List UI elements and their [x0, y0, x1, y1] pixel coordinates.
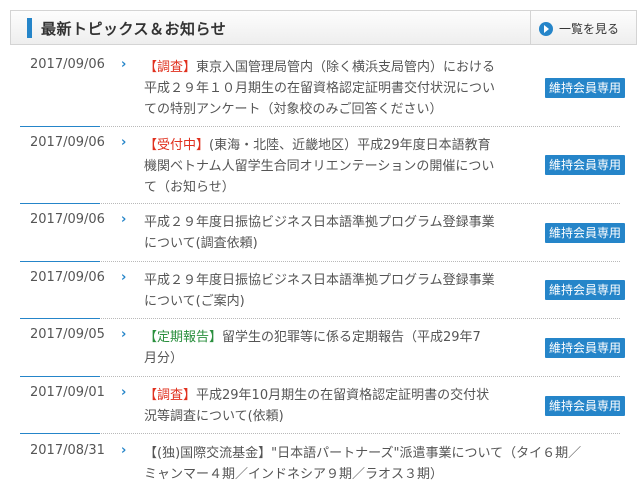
row-divider — [20, 261, 620, 262]
members-only-badge[interactable]: 維持会員専用 — [545, 223, 625, 243]
topic-link[interactable]: 平成２９年度日振協ビジネス日本語準拠プログラム登録事業 について(ご案内) — [144, 270, 534, 312]
row-divider — [20, 126, 620, 127]
topic-line-text: (東海・北陸、近畿地区）平成29年度日本語教育 — [209, 138, 491, 153]
topic-date: 2017/09/06 — [30, 212, 105, 227]
view-all-label: 一覧を見る — [559, 22, 620, 36]
topic-line-text: 平成29年10月期生の在留資格認定証明書の交付状 — [196, 388, 490, 403]
topic-line: について(調査依頼) — [144, 233, 534, 254]
topic-link[interactable]: 【受付中】(東海・北陸、近畿地区）平成29年度日本語教育機関ベトナム人留学生合同… — [144, 135, 534, 198]
members-only-badge[interactable]: 維持会員専用 — [545, 280, 625, 300]
chevron-right-icon: › — [121, 57, 127, 72]
topic-line-text: 況等調査について(依頼) — [144, 409, 284, 424]
topic-line-text: 月分） — [144, 351, 184, 366]
topic-link[interactable]: 【調査】東京入国管理局管内（除く横浜支局管内）における平成２９年１０月期生の在留… — [144, 57, 534, 120]
topic-link[interactable]: 平成２９年度日振協ビジネス日本語準拠プログラム登録事業 について(調査依頼) — [144, 212, 534, 254]
topic-line-text: について(調査依頼) — [144, 236, 258, 251]
topic-line: 平成２９年度日振協ビジネス日本語準拠プログラム登録事業 — [144, 270, 534, 291]
chevron-right-icon: › — [121, 270, 127, 285]
row-divider — [20, 318, 620, 319]
chevron-right-icon: › — [121, 327, 127, 342]
topic-line-text: 平成２９年１０月期生の在留資格認定証明書交付状況につい — [144, 81, 496, 96]
topic-line-text: 平成２９年度日振協ビジネス日本語準拠プログラム登録事業 — [144, 215, 495, 230]
members-only-badge[interactable]: 維持会員専用 — [545, 155, 625, 175]
topic-line-text: 【(独)国際交流基金】"日本語パートナーズ"派遣事業について（タイ６期／ — [144, 446, 582, 461]
chevron-right-icon: › — [121, 385, 127, 400]
topic-line-text: て（お知らせ） — [144, 180, 235, 195]
view-all-link[interactable]: 一覧を見る — [539, 20, 619, 37]
topics-page: 最新トピックス＆お知らせ 一覧を見る 2017/09/06 › 【調査】東京入国管理… — [0, 0, 640, 489]
topic-date: 2017/09/01 — [30, 385, 105, 400]
chevron-right-icon: › — [121, 212, 127, 227]
topic-date: 2017/09/06 — [30, 135, 105, 150]
topic-line: 機関ベトナム人留学生合同オリエンテーションの開催につい — [144, 156, 534, 177]
page-title: 最新トピックス＆お知らせ — [41, 20, 227, 38]
topic-line: 【受付中】(東海・北陸、近畿地区）平成29年度日本語教育 — [144, 135, 534, 156]
topic-line: 【調査】平成29年10月期生の在留資格認定証明書の交付状 — [144, 385, 534, 406]
chevron-right-icon: › — [121, 135, 127, 150]
chevron-right-icon: › — [121, 443, 127, 458]
topic-tag: 【定期報告】 — [144, 330, 223, 345]
members-only-badge[interactable]: 維持会員専用 — [545, 396, 625, 416]
topic-line: 平成２９年度日振協ビジネス日本語準拠プログラム登録事業 — [144, 212, 534, 233]
topic-date: 2017/09/06 — [30, 270, 105, 285]
topic-tag: 【調査】 — [144, 60, 197, 75]
topic-tag: 【調査】 — [144, 388, 197, 403]
topics-header: 最新トピックス＆お知らせ 一覧を見る — [10, 10, 637, 45]
topic-line-text: ての特別アンケート（対象校のみご回答ください） — [144, 102, 443, 117]
members-only-badge[interactable]: 維持会員専用 — [545, 338, 625, 358]
topic-line: ミャンマー４期／インドネシア９期／ラオス３期） — [144, 464, 614, 485]
topic-line-text: 機関ベトナム人留学生合同オリエンテーションの開催につい — [144, 159, 495, 174]
topic-line: 月分） — [144, 348, 534, 369]
topic-date: 2017/09/05 — [30, 327, 105, 342]
topic-line: 【(独)国際交流基金】"日本語パートナーズ"派遣事業について（タイ６期／ — [144, 443, 614, 464]
topic-link[interactable]: 【調査】平成29年10月期生の在留資格認定証明書の交付状況等調査について(依頼) — [144, 385, 534, 427]
topic-line: 【定期報告】留学生の犯罪等に係る定期報告（平成29年7 — [144, 327, 534, 348]
members-only-badge[interactable]: 維持会員専用 — [545, 78, 625, 98]
topic-link[interactable]: 【(独)国際交流基金】"日本語パートナーズ"派遣事業について（タイ６期／ ミャンマ… — [144, 443, 614, 485]
topic-line-text: 平成２９年度日振協ビジネス日本語準拠プログラム登録事業 — [144, 273, 495, 288]
row-divider — [20, 433, 620, 434]
topic-line-text: 留学生の犯罪等に係る定期報告（平成29年7 — [222, 330, 481, 345]
arrow-circle-icon — [539, 21, 553, 36]
row-divider — [20, 376, 620, 377]
header-divider — [530, 11, 531, 44]
topic-date: 2017/08/31 — [30, 443, 105, 458]
topic-line: 平成２９年１０月期生の在留資格認定証明書交付状況につい — [144, 78, 534, 99]
topic-line: て（お知らせ） — [144, 177, 534, 198]
topic-line-text: ミャンマー４期／インドネシア９期／ラオス３期） — [144, 467, 444, 482]
header-accent-bar — [27, 18, 32, 38]
topic-line-text: について(ご案内) — [144, 294, 245, 309]
row-divider — [20, 203, 620, 204]
topic-line-text: 東京入国管理局管内（除く横浜支局管内）における — [196, 60, 496, 75]
topic-link[interactable]: 【定期報告】留学生の犯罪等に係る定期報告（平成29年7 月分） — [144, 327, 534, 369]
topic-date: 2017/09/06 — [30, 57, 105, 72]
topic-line: 【調査】東京入国管理局管内（除く横浜支局管内）における — [144, 57, 534, 78]
topic-tag: 【受付中】 — [144, 138, 210, 153]
topic-line: 況等調査について(依頼) — [144, 406, 534, 427]
topic-line: ての特別アンケート（対象校のみご回答ください） — [144, 99, 534, 120]
topic-line: について(ご案内) — [144, 291, 534, 312]
